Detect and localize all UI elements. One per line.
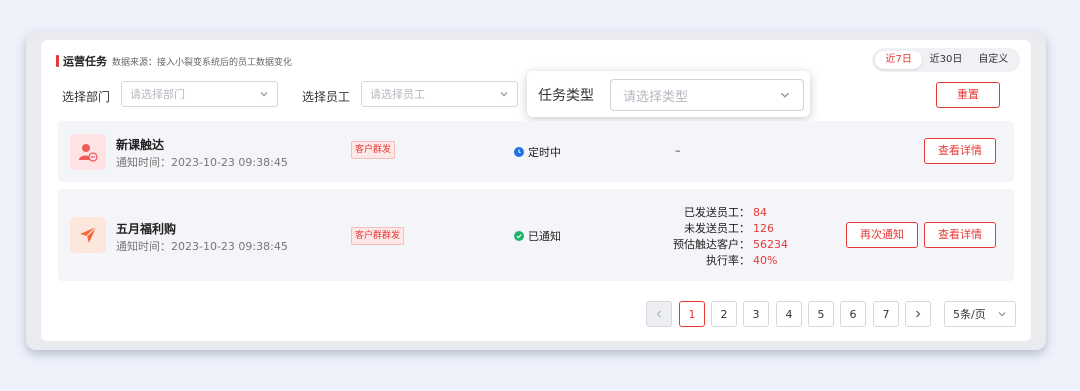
chevron-down-icon	[998, 312, 1006, 317]
view-details-button[interactable]: 查看详情	[924, 222, 996, 248]
data-source-note: 数据来源：接入小裂变系统后的员工数据变化	[112, 57, 293, 68]
page-button-7[interactable]: 7	[873, 301, 899, 327]
page-size-select[interactable]: 5条/页	[944, 301, 1016, 327]
header-accent-bar	[56, 55, 59, 67]
view-details-button[interactable]: 查看详情	[924, 138, 996, 164]
task-tag: 客户群群发	[351, 227, 405, 245]
task-name: 新课触达	[116, 138, 165, 152]
chevron-down-icon	[500, 92, 508, 97]
date-range-toggle: 近7日 近30日 自定义	[872, 48, 1020, 72]
chevron-down-icon	[260, 92, 268, 97]
dept-select[interactable]: 请选择部门	[121, 81, 278, 107]
section-header: 运营任务 数据来源：接入小裂变系统后的员工数据变化	[56, 53, 292, 69]
reset-button[interactable]: 重置	[936, 82, 1000, 108]
type-placeholder: 请选择类型	[623, 89, 689, 105]
task-time: 通知时间：2023-10-23 09:38:45	[116, 156, 288, 169]
chevron-left-icon	[656, 310, 661, 318]
renotify-button[interactable]: 再次通知	[846, 222, 918, 248]
type-label: 任务类型	[538, 88, 594, 104]
dept-placeholder: 请选择部门	[130, 88, 185, 101]
range-option-30d[interactable]: 近30日	[922, 51, 969, 69]
task-status: 定时中	[514, 144, 561, 160]
stat-key: 已发送员工：	[684, 206, 750, 219]
stat-unsent-staff: 未发送员工： 126	[620, 220, 774, 236]
staff-select[interactable]: 请选择员工	[361, 81, 518, 107]
task-time: 通知时间：2023-10-23 09:38:45	[116, 240, 288, 253]
range-option-7d[interactable]: 近7日	[875, 51, 923, 69]
clock-icon	[514, 147, 524, 157]
chevron-right-icon	[916, 310, 921, 318]
page-button-4[interactable]: 4	[776, 301, 802, 327]
status-text: 已通知	[528, 230, 561, 243]
task-name: 五月福利购	[116, 222, 177, 236]
page-size-value: 5条/页	[953, 308, 986, 321]
chevron-down-icon	[780, 92, 790, 98]
stat-est-reach: 预估触达客户： 56234	[620, 236, 788, 252]
stat-exec-rate: 执行率： 40%	[620, 252, 777, 268]
stat-key: 预估触达客户：	[673, 238, 750, 251]
stat-value: 40%	[753, 254, 778, 267]
section-title: 运营任务	[63, 55, 107, 68]
staff-placeholder: 请选择员工	[370, 88, 425, 101]
stat-value: 56234	[753, 238, 788, 251]
page-button-1[interactable]: 1	[679, 301, 705, 327]
status-text: 定时中	[528, 146, 561, 159]
task-tag: 客户群发	[351, 141, 396, 159]
stat-value: 84	[753, 206, 767, 219]
page-button-3[interactable]: 3	[743, 301, 769, 327]
task-status: 已通知	[514, 228, 561, 244]
stats-placeholder: –	[675, 144, 681, 157]
page-button-6[interactable]: 6	[840, 301, 866, 327]
type-select[interactable]: 请选择类型	[610, 79, 804, 111]
range-option-custom[interactable]: 自定义	[970, 51, 1017, 69]
prev-page-button[interactable]	[646, 301, 672, 327]
page-button-5[interactable]: 5	[808, 301, 834, 327]
stat-value: 126	[753, 222, 774, 235]
user-remove-icon	[70, 134, 106, 170]
dept-label: 选择部门	[62, 90, 111, 104]
staff-label: 选择员工	[302, 90, 351, 104]
stat-key: 执行率：	[706, 254, 750, 267]
stat-sent-staff: 已发送员工： 84	[620, 204, 767, 220]
paper-plane-icon	[70, 217, 106, 253]
next-page-button[interactable]	[905, 301, 931, 327]
stat-key: 未发送员工：	[684, 222, 750, 235]
check-circle-icon	[514, 231, 524, 241]
page-button-2[interactable]: 2	[711, 301, 737, 327]
